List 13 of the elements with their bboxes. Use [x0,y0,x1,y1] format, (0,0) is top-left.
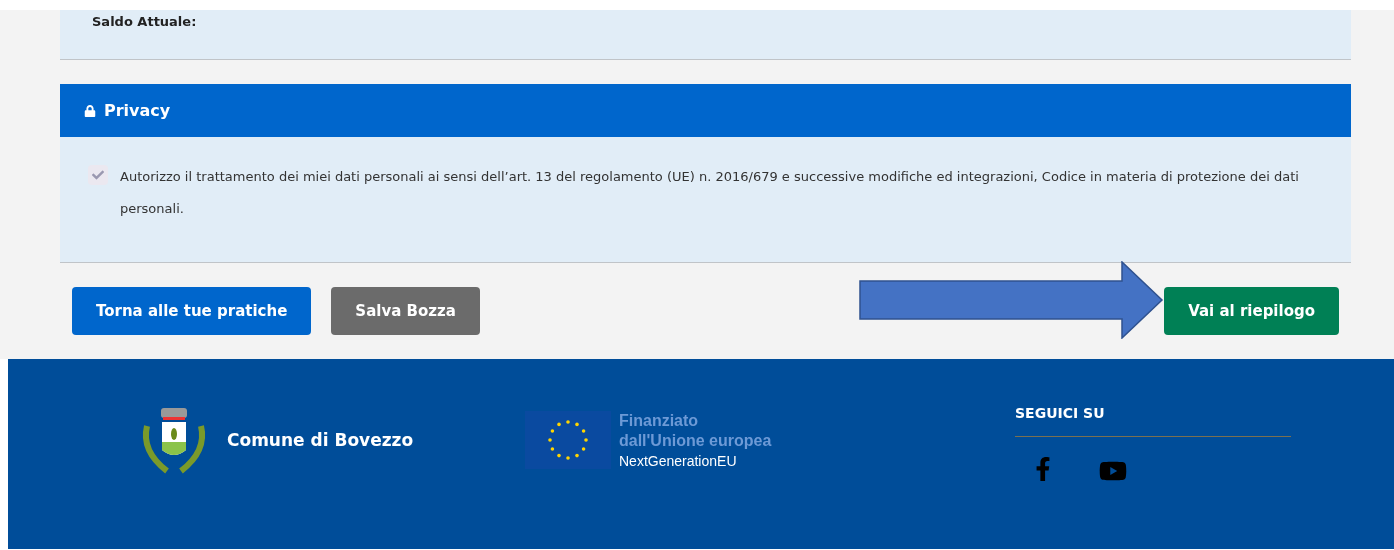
privacy-title: Privacy [104,99,171,122]
consent-text: Autorizzo il trattamento dei miei dati personali ai sensi dell’art. 13 del regolamento (UE) n. 2016/679 e successive modifiche ed integrazioni, Codice in materia di protezione dei dati personali. [120,168,1300,218]
social-title: SEGUICI SU [1015,404,1106,423]
action-button[interactable]: Vai al riepilogo [1164,287,1339,335]
lock-icon [84,104,96,117]
action-button[interactable]: Salva Bozza [331,287,480,335]
action-button[interactable]: Torna alle tue pratiche [72,287,312,335]
eu-funding-text: Finanziato [619,411,700,431]
municipality-name: Comune di Bovezzo [227,429,414,453]
eu-funding-text: dall'Unione europea [619,431,772,451]
field-label: Saldo Attuale: [92,13,197,31]
eu-program-name: NextGenerationEU [619,452,738,471]
eu-flag-icon [525,411,611,469]
